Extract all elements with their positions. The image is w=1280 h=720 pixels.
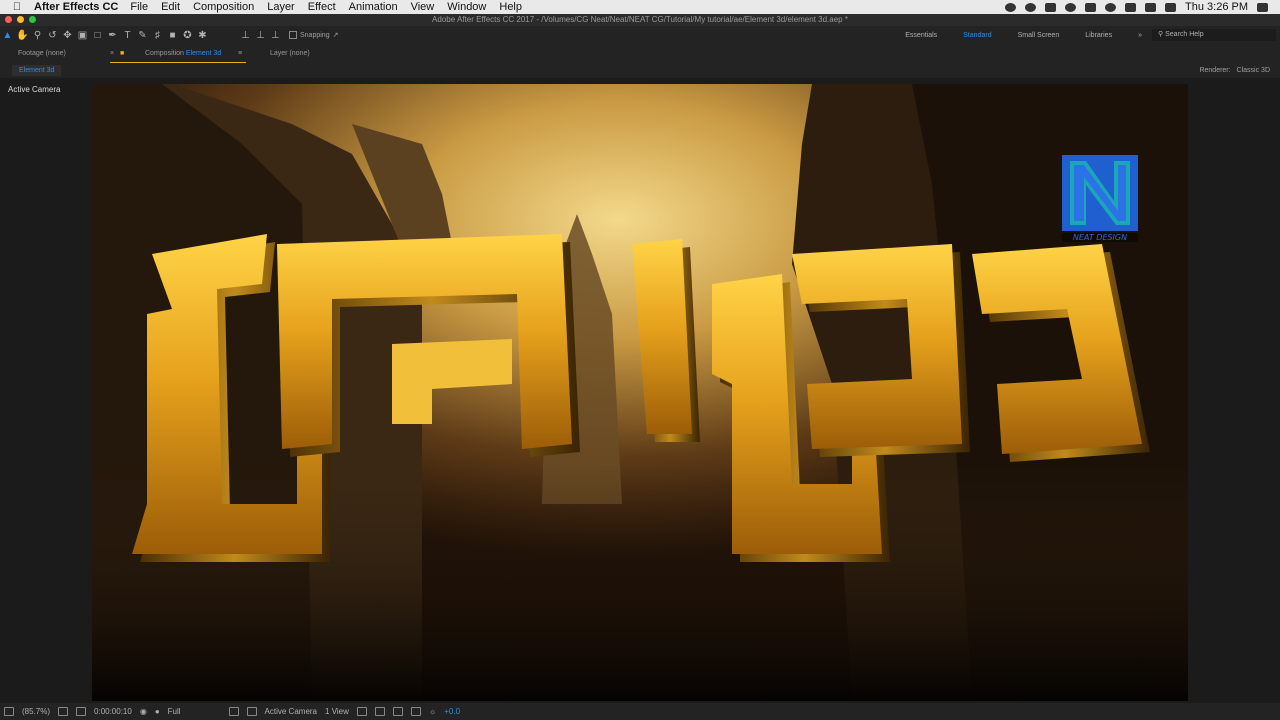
renderer-value[interactable]: Classic 3D <box>1237 67 1270 74</box>
cloud-icon[interactable] <box>1025 2 1037 12</box>
puppet-tool-icon[interactable]: ✱ <box>195 28 210 43</box>
zoom-window-button[interactable] <box>29 16 36 23</box>
timeline-icon[interactable] <box>392 707 403 716</box>
comp-flowchart-icon[interactable] <box>410 707 421 716</box>
comp-subtab[interactable]: Element 3d <box>12 65 62 76</box>
menu-effect[interactable]: Effect <box>308 1 336 13</box>
more-workspaces-icon[interactable]: » <box>1138 32 1142 39</box>
workspace-libraries[interactable]: Libraries <box>1085 32 1112 39</box>
workspace-small-screen[interactable]: Small Screen <box>1018 32 1060 39</box>
reset-exposure-icon[interactable]: ☼ <box>429 707 436 716</box>
pen-tool-icon[interactable]: ✒ <box>105 28 120 43</box>
zoom-level[interactable]: (85.7%) <box>22 707 50 716</box>
tab-composition-prefix: Composition <box>145 50 184 57</box>
local-axis-icon[interactable]: ⊥ <box>238 28 253 43</box>
mirror-icon[interactable] <box>1085 2 1097 12</box>
search-help-field[interactable]: ⚲ Search Help <box>1152 29 1276 41</box>
panel-menu-icon[interactable]: ≡ <box>238 50 242 57</box>
menu-edit[interactable]: Edit <box>161 1 180 13</box>
toggle-transparency-icon[interactable] <box>246 707 257 716</box>
viewer-controls: (85.7%) 0:00:00:10 ◉ ● Full Active Camer… <box>0 703 1280 720</box>
hand-tool-icon[interactable]: ✋ <box>15 28 30 43</box>
viewer-tabs: Footage (none) × ■ Composition Element 3… <box>0 44 1280 64</box>
window-title: Adobe After Effects CC 2017 - /Volumes/C… <box>0 14 1280 26</box>
selection-tool-icon[interactable]: ▲ <box>0 28 15 43</box>
record-icon[interactable] <box>1005 2 1017 12</box>
workspace-switcher: Essentials Standard Small Screen Librari… <box>905 26 1280 44</box>
fast-previews-icon[interactable] <box>374 707 385 716</box>
camera-view-select[interactable]: Active Camera <box>265 707 317 716</box>
menu-help[interactable]: Help <box>499 1 522 13</box>
current-timecode[interactable]: 0:00:00:10 <box>94 707 132 716</box>
volume-icon[interactable] <box>1145 2 1157 12</box>
logo-text: NEAT DESIGN <box>1062 233 1138 242</box>
type-tool-icon[interactable]: T <box>120 28 135 43</box>
comp-subtab-row: Element 3d Renderer: Classic 3D <box>0 64 1280 78</box>
clone-stamp-tool-icon[interactable]: ♯ <box>150 28 165 43</box>
clock[interactable]: Thu 3:26 PM <box>1185 1 1248 13</box>
font-icon[interactable] <box>1165 2 1177 12</box>
wifi-icon[interactable] <box>1105 2 1117 12</box>
roto-brush-tool-icon[interactable]: ✪ <box>180 28 195 43</box>
minimize-window-button[interactable] <box>17 16 24 23</box>
workspace-standard[interactable]: Standard <box>963 32 991 39</box>
search-icon[interactable] <box>1065 2 1077 12</box>
snapping-label: Snapping <box>300 31 330 39</box>
close-tab-icon[interactable]: × <box>110 50 114 57</box>
apple-menu-icon[interactable]:  <box>0 1 34 13</box>
workspace-essentials[interactable]: Essentials <box>905 32 937 39</box>
rotate-tool-icon[interactable]: ↺ <box>45 28 60 43</box>
search-help-placeholder: Search Help <box>1165 31 1204 38</box>
composition-frame[interactable] <box>92 84 1188 701</box>
logo-n-graphic <box>1062 155 1138 231</box>
eraser-tool-icon[interactable]: ■ <box>165 28 180 43</box>
tools-panel: ▲ ✋ ⚲ ↺ ✥ ▣ □ ✒ T ✎ ♯ ■ ✪ ✱ ⊥ ⊥ ⊥ Snappi… <box>0 26 1280 44</box>
menu-window[interactable]: Window <box>447 1 486 13</box>
show-channel-icon[interactable]: ● <box>155 707 160 716</box>
neat-design-logo: NEAT DESIGN <box>1062 155 1138 243</box>
zoom-tool-icon[interactable]: ⚲ <box>30 28 45 43</box>
comp-lock-icon[interactable]: ■ <box>120 50 124 57</box>
composition-viewer[interactable]: Active Camera NEAT DESIGN <box>0 78 1280 703</box>
rectangle-tool-icon[interactable]: □ <box>90 28 105 43</box>
tab-layer[interactable]: Layer (none) <box>270 50 310 57</box>
snapping-toggle[interactable]: Snapping ↗ <box>289 31 338 39</box>
mac-menubar:  After Effects CC File Edit Composition… <box>0 0 1280 14</box>
screen-icon[interactable] <box>1045 2 1057 12</box>
snap-options-icon[interactable]: ↗ <box>333 31 339 39</box>
brush-tool-icon[interactable]: ✎ <box>135 28 150 43</box>
always-preview-icon[interactable] <box>4 707 14 716</box>
menu-view[interactable]: View <box>411 1 435 13</box>
world-axis-icon[interactable]: ⊥ <box>253 28 268 43</box>
transparency-grid-icon[interactable] <box>76 707 87 716</box>
eject-icon[interactable] <box>1125 2 1137 12</box>
region-of-interest-icon[interactable] <box>228 707 239 716</box>
tab-composition-name: Element 3d <box>185 50 222 57</box>
safe-zones-icon[interactable] <box>58 707 69 716</box>
menu-animation[interactable]: Animation <box>349 1 398 13</box>
tab-composition[interactable]: Composition Element 3d <box>145 50 221 57</box>
resolution-select[interactable]: Full <box>168 707 181 716</box>
close-window-button[interactable] <box>5 16 12 23</box>
renderer-info: Renderer: Classic 3D <box>1195 67 1270 74</box>
rendered-scene <box>92 84 1188 701</box>
active-camera-label: Active Camera <box>8 85 61 94</box>
view-axis-icon[interactable]: ⊥ <box>268 28 283 43</box>
pan-behind-tool-icon[interactable]: ▣ <box>75 28 90 43</box>
active-tab-underline <box>110 62 246 63</box>
snapshot-icon[interactable]: ◉ <box>140 707 147 716</box>
tab-footage[interactable]: Footage (none) <box>18 50 66 57</box>
menu-layer[interactable]: Layer <box>267 1 295 13</box>
menu-file[interactable]: File <box>130 1 148 13</box>
app-menu[interactable]: After Effects CC <box>34 1 118 13</box>
camera-tool-icon[interactable]: ✥ <box>60 28 75 43</box>
menu-list-icon[interactable] <box>1257 2 1268 12</box>
view-layout-select[interactable]: 1 View <box>325 707 349 716</box>
exposure-value[interactable]: +0.0 <box>444 707 460 716</box>
renderer-label: Renderer: <box>1199 67 1231 74</box>
toggle-pixel-aspect-icon[interactable] <box>356 707 367 716</box>
menu-composition[interactable]: Composition <box>193 1 254 13</box>
snapping-checkbox[interactable] <box>289 31 297 39</box>
window-controls <box>5 16 36 23</box>
